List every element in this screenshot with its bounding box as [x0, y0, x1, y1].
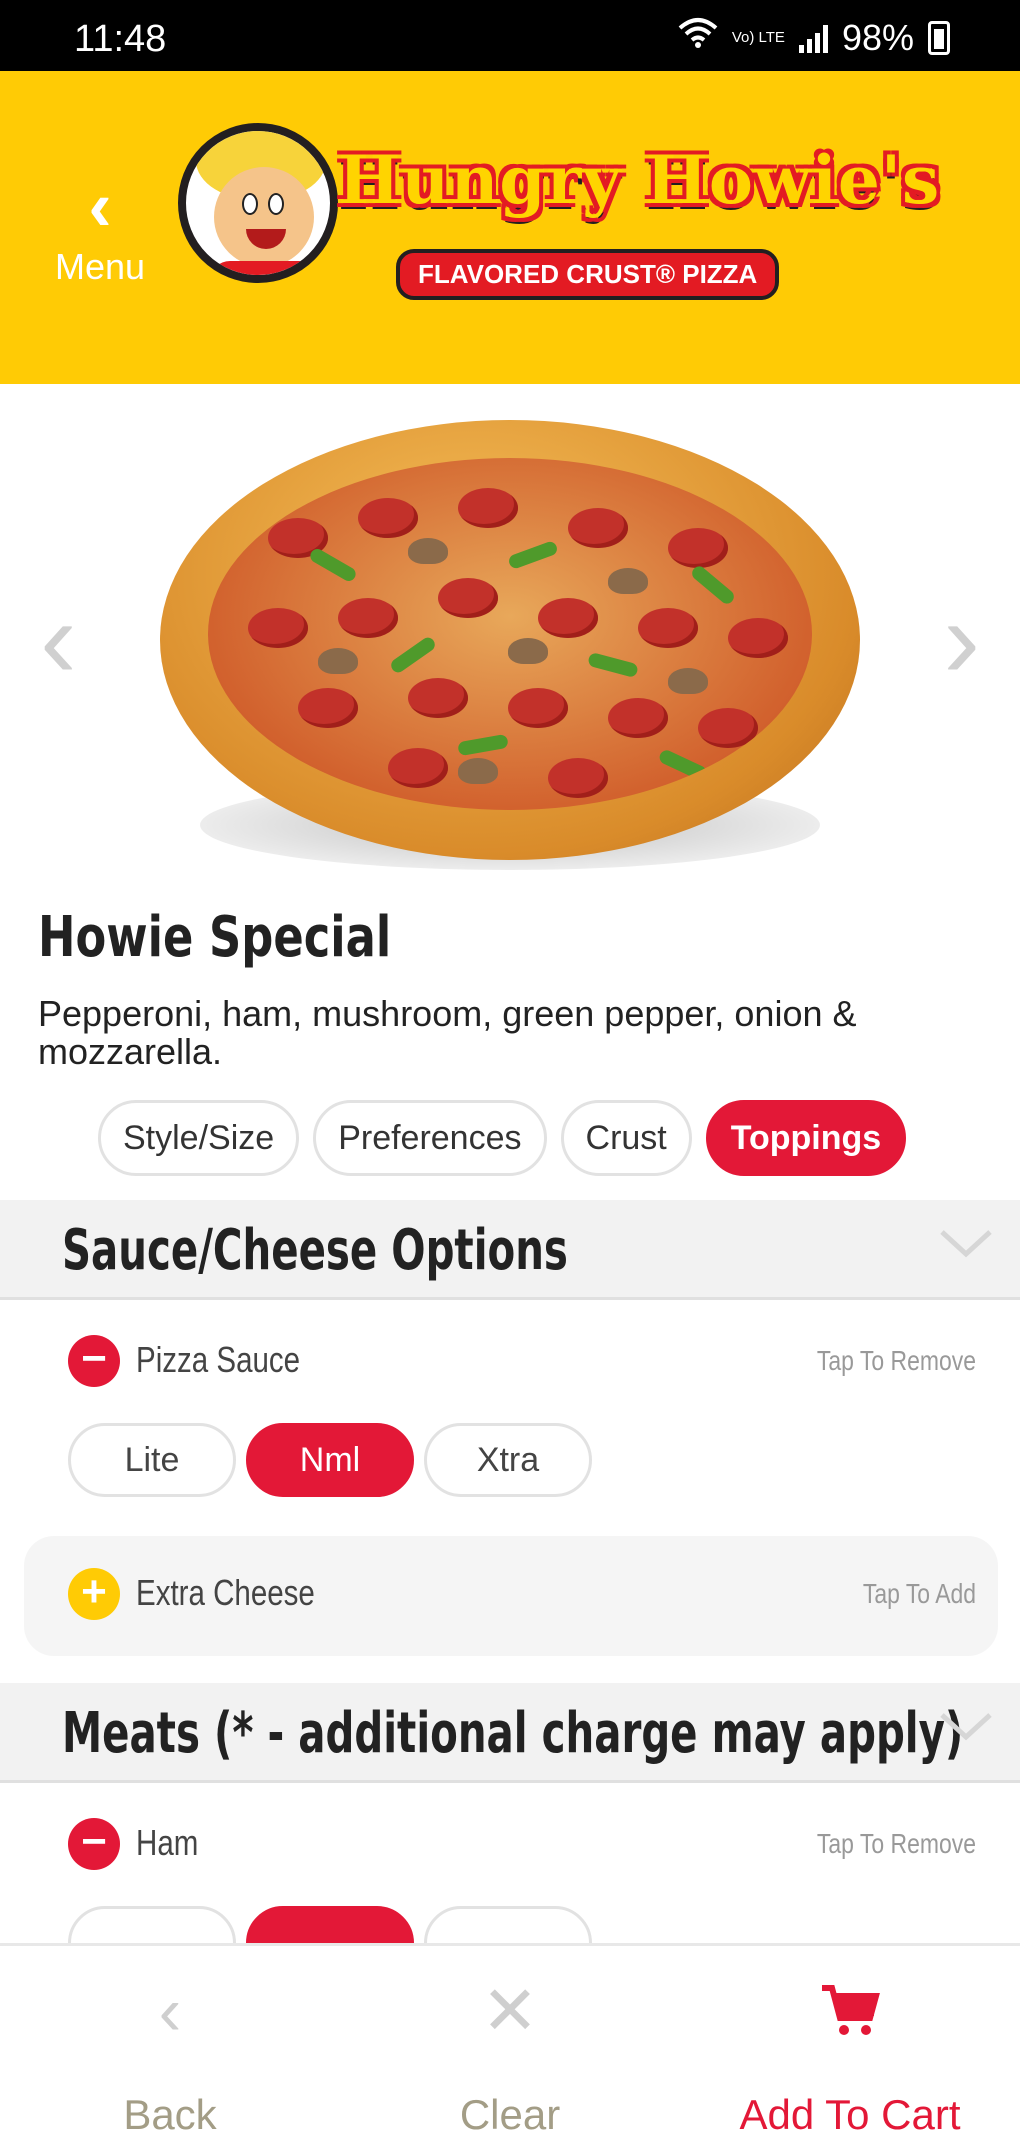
status-icons: Vo) LTE 98%	[678, 16, 950, 59]
signal-icon	[798, 23, 828, 53]
option-pizza-sauce[interactable]: − Pizza Sauce Tap To Remove	[24, 1303, 998, 1423]
option-label: Extra Cheese	[136, 1572, 315, 1613]
option-hint: Tap To Remove	[816, 1828, 976, 1859]
section-header-meats[interactable]: Meats (* - additional charge may apply)	[0, 1683, 1020, 1783]
network-type: Vo) LTE	[731, 29, 785, 46]
app-header: ‹ Menu Hungry Howie's FLAVORED CRUST® PI…	[0, 71, 1020, 384]
mascot-icon	[178, 123, 338, 283]
back-label: Back	[123, 2091, 217, 2138]
chevron-left-icon: ‹	[88, 167, 112, 245]
close-icon: ✕	[481, 1973, 539, 2049]
clear-button[interactable]: ✕ Clear	[340, 1946, 680, 2151]
menu-back-button[interactable]: ‹ Menu	[40, 167, 160, 288]
status-bar: 11:48 Vo) LTE 98%	[0, 0, 1020, 71]
product-description: Pepperoni, ham, mushroom, green pepper, …	[38, 993, 857, 1072]
battery-icon	[928, 20, 950, 55]
tab-toppings[interactable]: Toppings	[705, 1100, 907, 1176]
status-time: 11:48	[74, 18, 167, 60]
hungry-howies-logo: Hungry Howie's FLAVORED CRUST® PIZZA	[178, 111, 939, 311]
add-to-cart-label: Add To Cart	[739, 2091, 961, 2138]
carousel-next-icon[interactable]: ›	[943, 585, 980, 695]
chevron-down-icon	[940, 1230, 992, 1258]
bottom-action-bar: ‹ Back ✕ Clear Add To Cart	[0, 1943, 1020, 2151]
pizza-image	[160, 420, 860, 890]
option-hint: Tap To Remove	[816, 1345, 976, 1376]
sauce-level-selector: Lite Nml Xtra	[68, 1423, 592, 1497]
product-title: Howie Special	[38, 905, 392, 970]
chevron-down-icon	[940, 1713, 992, 1741]
option-label: Pizza Sauce	[136, 1339, 301, 1380]
level-lite-button[interactable]: Lite	[68, 1423, 236, 1497]
option-label: Ham	[136, 1822, 199, 1863]
option-extra-cheese[interactable]: + Extra Cheese Tap To Add	[24, 1536, 998, 1656]
section-title: Meats (* - additional charge may apply)	[62, 1701, 964, 1766]
menu-back-label: Menu	[54, 246, 146, 287]
logo-title: Hungry Howie's	[338, 141, 941, 219]
battery-percent: 98%	[841, 16, 914, 58]
wifi-icon	[678, 16, 718, 59]
add-icon[interactable]: +	[68, 1568, 120, 1620]
level-extra-button[interactable]: Xtra	[424, 1423, 592, 1497]
clear-label: Clear	[459, 2091, 561, 2138]
tab-preferences[interactable]: Preferences	[313, 1100, 547, 1176]
tab-crust[interactable]: Crust	[560, 1100, 692, 1176]
remove-icon[interactable]: −	[68, 1335, 120, 1387]
cart-icon	[680, 1976, 1020, 2046]
carousel-prev-icon[interactable]: ‹	[40, 585, 77, 695]
chevron-left-icon: ‹	[158, 1973, 182, 2049]
option-hint: Tap To Add	[862, 1578, 976, 1609]
logo-tagline: FLAVORED CRUST® PIZZA	[396, 249, 780, 300]
add-to-cart-button[interactable]: Add To Cart	[680, 1946, 1020, 2151]
option-ham[interactable]: − Ham Tap To Remove	[24, 1786, 998, 1906]
tab-style-size[interactable]: Style/Size	[98, 1100, 300, 1176]
remove-icon[interactable]: −	[68, 1818, 120, 1870]
customize-tabs: Style/Size Preferences Crust Toppings	[98, 1100, 907, 1176]
back-button[interactable]: ‹ Back	[0, 1946, 340, 2151]
section-header-sauce-cheese[interactable]: Sauce/Cheese Options	[0, 1200, 1020, 1300]
level-normal-button[interactable]: Nml	[246, 1423, 414, 1497]
section-title: Sauce/Cheese Options	[62, 1218, 568, 1283]
